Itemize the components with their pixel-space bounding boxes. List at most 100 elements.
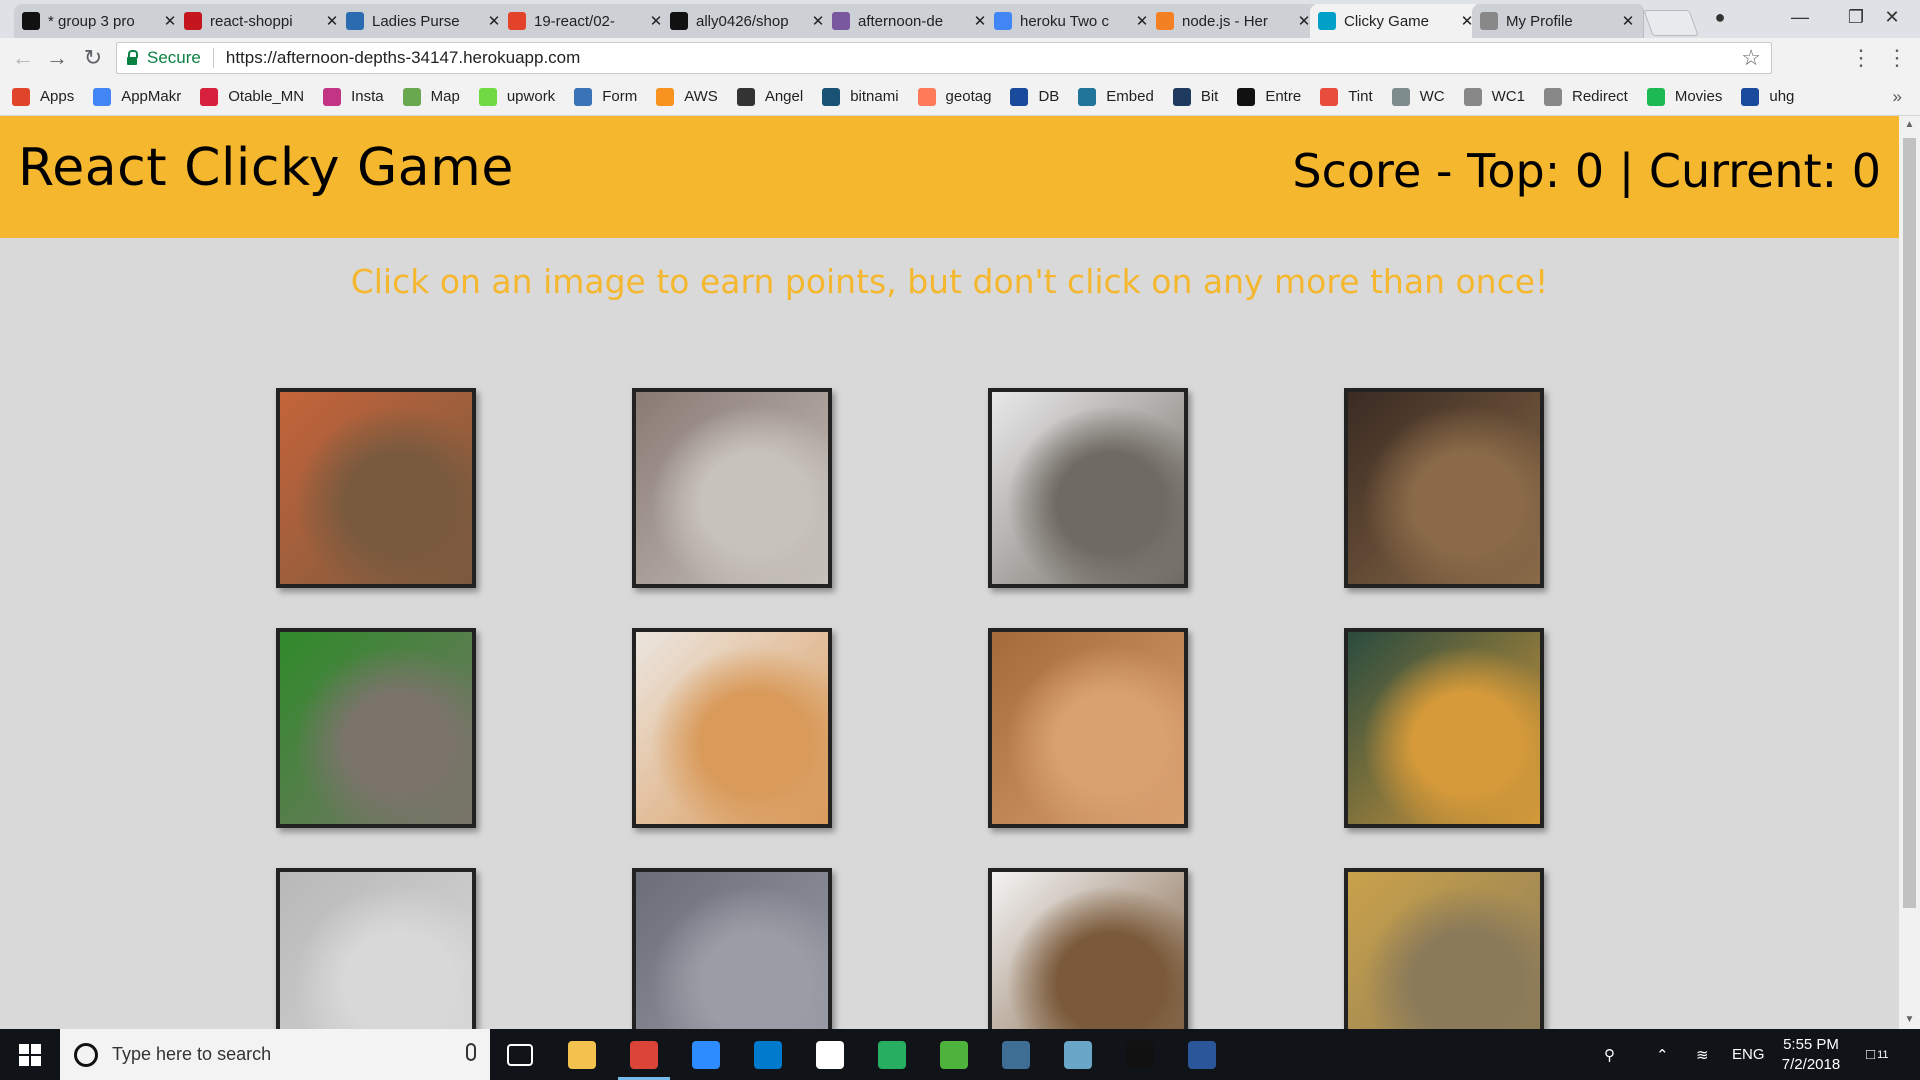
cat-image-card[interactable] [276, 628, 476, 828]
browser-tab[interactable]: react-shoppi ✕ [176, 4, 348, 38]
address-bar[interactable]: Secure https://afternoon-depths-34147.he… [116, 42, 1772, 74]
taskbar-app[interactable] [986, 1029, 1046, 1080]
minimize-icon[interactable]: — [1772, 0, 1828, 34]
start-button[interactable] [0, 1029, 60, 1080]
bookmark-item[interactable]: Bit [1172, 87, 1218, 106]
bookmark-item[interactable]: bitnami [822, 87, 899, 106]
chrome-menu-icon[interactable]: ⋮ [1846, 43, 1876, 73]
taskbar-app[interactable] [1110, 1029, 1170, 1080]
google-icon [994, 12, 1012, 30]
cat-image-card[interactable] [632, 628, 832, 828]
forward-icon[interactable]: → [42, 43, 72, 73]
back-icon[interactable]: ← [8, 43, 38, 73]
bookmark-item[interactable]: Embed [1078, 87, 1154, 106]
extension-menu-icon[interactable]: ⋮ [1882, 43, 1912, 73]
bookmark-item[interactable]: WC [1391, 87, 1445, 106]
cat-image-card[interactable] [988, 628, 1188, 828]
bookmark-item[interactable]: uhg [1741, 87, 1795, 106]
profile-icon[interactable]: ● [1692, 0, 1748, 34]
cat-image-card[interactable] [1344, 388, 1544, 588]
tab-close-icon[interactable]: ✕ [811, 12, 825, 30]
browser-tab[interactable]: Clicky Game ✕ [1310, 4, 1482, 38]
scroll-thumb[interactable] [1903, 138, 1916, 908]
bookmark-star-icon[interactable]: ☆ [1741, 45, 1761, 71]
browser-tab[interactable]: afternoon-de ✕ [824, 4, 996, 38]
taskbar-app[interactable] [1048, 1029, 1108, 1080]
bookmark-item[interactable]: DB [1010, 87, 1059, 106]
tab-close-icon[interactable]: ✕ [325, 12, 339, 30]
taskbar-app[interactable] [552, 1029, 612, 1080]
tab-close-icon[interactable]: ✕ [973, 12, 987, 30]
cat-image-card[interactable] [276, 868, 476, 1029]
bookmark-item[interactable]: Entre [1237, 87, 1301, 106]
cat-image-card[interactable] [988, 388, 1188, 588]
browser-tab[interactable]: * group 3 pro ✕ [14, 4, 186, 38]
more-bookmarks-icon[interactable]: » [1893, 87, 1902, 107]
db-icon [1010, 87, 1029, 106]
microphone-icon[interactable] [466, 1043, 476, 1061]
cat-photo-image [280, 392, 472, 584]
cat-image-card[interactable] [1344, 628, 1544, 828]
bookmark-item[interactable]: Angel [736, 87, 803, 106]
taskbar-app[interactable] [1172, 1029, 1232, 1080]
tab-close-icon[interactable]: ✕ [487, 12, 501, 30]
bookmark-item[interactable]: AWS [656, 87, 718, 106]
bookmark-item[interactable]: Tint [1320, 87, 1373, 106]
taskbar-app[interactable] [800, 1029, 860, 1080]
browser-tab[interactable]: My Profile ✕ [1472, 4, 1644, 38]
cat-photo-image [992, 872, 1184, 1029]
tab-close-icon[interactable]: ✕ [1621, 12, 1635, 30]
scroll-up-icon[interactable]: ▲ [1899, 116, 1920, 134]
url-text[interactable]: https://afternoon-depths-34147.herokuapp… [226, 48, 580, 68]
browser-tab[interactable]: 19-react/02- ✕ [500, 4, 672, 38]
browser-tab[interactable]: heroku Two c ✕ [986, 4, 1158, 38]
taskbar-search[interactable]: Type here to search [60, 1029, 490, 1080]
cat-photo-image [992, 632, 1184, 824]
bookmark-label: uhg [1769, 88, 1795, 105]
page-scrollbar[interactable]: ▲ ▼ [1899, 116, 1920, 1029]
browser-tab[interactable]: Ladies Purse ✕ [338, 4, 510, 38]
tray-chevron-icon[interactable]: ⌃ [1656, 1029, 1669, 1080]
cat-photo-image [636, 632, 828, 824]
bookmark-item[interactable]: WC1 [1463, 87, 1525, 106]
bookmark-item[interactable]: Map [402, 87, 460, 106]
cat-image-card[interactable] [988, 868, 1188, 1029]
chrome-icon [630, 1040, 658, 1069]
taskbar-app[interactable] [862, 1029, 922, 1080]
language-indicator[interactable]: ENG [1732, 1029, 1765, 1080]
scroll-down-icon[interactable]: ▼ [1899, 1011, 1920, 1029]
new-tab-button[interactable] [1643, 10, 1699, 36]
bookmark-item[interactable]: geotag [917, 87, 991, 106]
bookmark-item[interactable]: Apps [12, 87, 74, 106]
wifi-icon[interactable]: ≋ [1696, 1029, 1709, 1080]
taskbar-app[interactable] [676, 1029, 736, 1080]
reload-icon[interactable]: ↻ [78, 43, 108, 73]
taskbar-clock[interactable]: 5:55 PM 7/2/2018 [1766, 1035, 1856, 1075]
tab-title: 19-react/02- [534, 12, 615, 30]
bookmark-item[interactable]: Form [574, 87, 637, 106]
browser-tab[interactable]: node.js - Her ✕ [1148, 4, 1320, 38]
cat-image-card[interactable] [276, 388, 476, 588]
people-icon[interactable]: ⚲ [1604, 1029, 1615, 1080]
taskbar-app[interactable] [490, 1029, 550, 1080]
cat-image-card[interactable] [632, 868, 832, 1029]
bookmark-label: WC [1419, 88, 1445, 105]
bookmark-item[interactable]: Redirect [1543, 87, 1628, 106]
close-window-icon[interactable]: ✕ [1864, 0, 1920, 34]
tab-close-icon[interactable]: ✕ [163, 12, 177, 30]
cat-image-card[interactable] [1344, 868, 1544, 1029]
bookmark-item[interactable]: Movies [1646, 87, 1722, 106]
cat-image-card[interactable] [632, 388, 832, 588]
tab-close-icon[interactable]: ✕ [1135, 12, 1149, 30]
bookmark-item[interactable]: AppMakr [93, 87, 181, 106]
tab-close-icon[interactable]: ✕ [649, 12, 663, 30]
tab-close-icon[interactable]: ✕ [1297, 12, 1311, 30]
bookmark-item[interactable]: Insta [323, 87, 384, 106]
taskbar-app[interactable] [924, 1029, 984, 1080]
taskbar-app[interactable] [738, 1029, 798, 1080]
bookmark-item[interactable]: upwork [478, 87, 555, 106]
browser-tab[interactable]: ally0426/shop ✕ [662, 4, 834, 38]
action-center-icon[interactable]: □ 11 [1866, 1029, 1888, 1080]
bookmark-item[interactable]: Otable_MN [200, 87, 304, 106]
taskbar-app[interactable] [614, 1029, 674, 1080]
